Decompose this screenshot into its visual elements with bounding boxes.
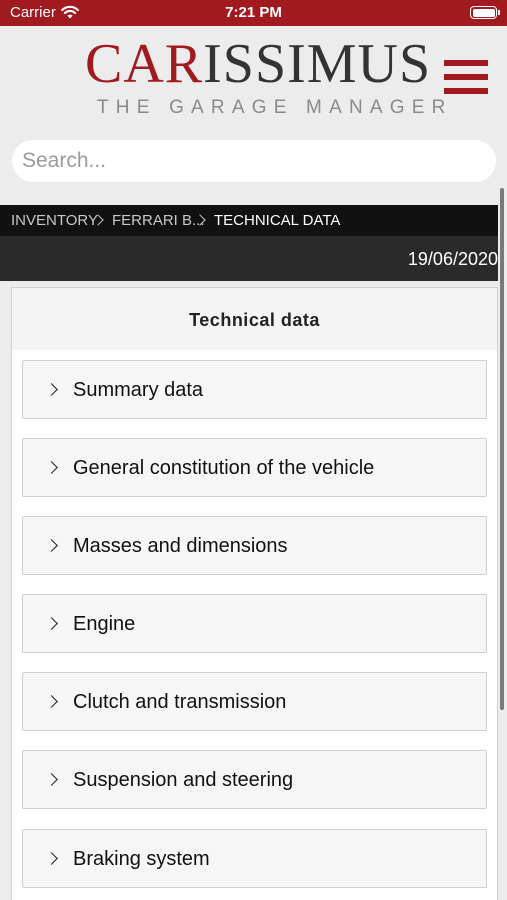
logo-dark-part: ISSIMUS [203,33,432,95]
breadcrumb: INVENTORY FERRARI B... TECHNICAL DATA [0,205,498,236]
panel-header: Technical data [12,288,497,350]
status-time: 7:21 PM [225,4,282,21]
section-general-constitution[interactable]: General constitution of the vehicle [22,438,487,497]
section-label: Suspension and steering [73,769,294,791]
breadcrumb-item-vehicle[interactable]: FERRARI B... [112,212,205,229]
chevron-right-icon [45,617,58,630]
date-bar: 19/06/2020 [0,236,498,281]
chevron-right-icon [45,695,58,708]
status-bar: Carrier 7:21 PM [0,0,507,26]
section-label: Clutch and transmission [73,691,287,713]
section-suspension-steering[interactable]: Suspension and steering [22,750,487,809]
section-masses-dimensions[interactable]: Masses and dimensions [22,516,487,575]
battery-icon [470,6,500,19]
menu-icon[interactable] [444,60,488,96]
panel-title: Technical data [189,310,320,330]
breadcrumb-item-current: TECHNICAL DATA [214,212,341,229]
chevron-right-icon [45,461,58,474]
section-engine[interactable]: Engine [22,594,487,653]
chevron-right-icon [45,773,58,786]
breadcrumb-item-inventory[interactable]: INVENTORY [11,212,98,229]
section-summary-data[interactable]: Summary data [22,360,487,419]
section-clutch-transmission[interactable]: Clutch and transmission [22,672,487,731]
section-braking-system[interactable]: Braking system [22,829,487,888]
section-label: Summary data [73,379,204,401]
logo-tagline: THE GARAGE MANAGER [97,97,453,118]
chevron-right-icon [45,539,58,552]
scrollbar[interactable] [500,188,504,710]
section-label: General constitution of the vehicle [73,457,375,479]
date-label: 19/06/2020 [407,249,498,269]
logo-red-part: CAR [85,33,204,95]
chevron-right-icon [45,383,58,396]
search-input[interactable] [12,140,496,182]
section-label: Masses and dimensions [73,535,288,557]
section-label: Engine [73,613,136,635]
chevron-right-icon [45,852,58,865]
brand-logo: CARISSIMUS [85,36,431,92]
section-label: Braking system [73,848,210,870]
